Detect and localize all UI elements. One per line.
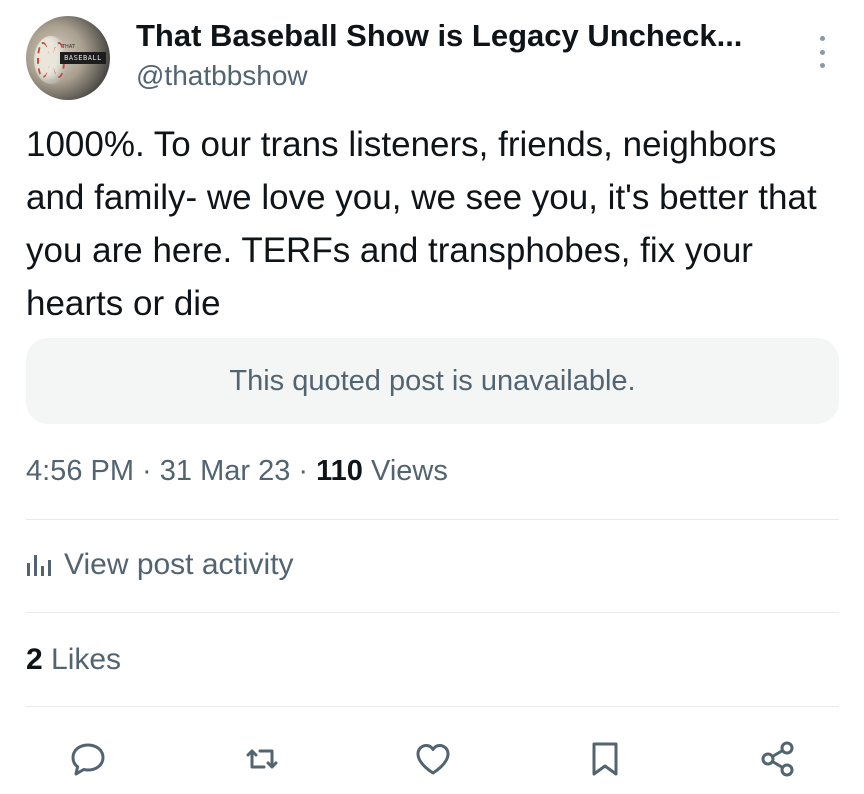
post-text: 1000%. To our trans listeners, friends, … xyxy=(26,125,817,323)
heart-icon xyxy=(416,744,450,775)
quoted-post-message: This quoted post is unavailable. xyxy=(229,364,636,397)
repost-icon xyxy=(246,749,278,769)
avatar-logo-text: BASEBALL xyxy=(60,52,106,64)
share-button[interactable] xyxy=(756,737,800,781)
view-post-activity-label: View post activity xyxy=(64,548,294,581)
likes-label: Likes xyxy=(42,643,122,676)
post-date[interactable]: 31 Mar 23 xyxy=(160,455,291,487)
author-handle[interactable]: @thatbbshow xyxy=(136,60,308,92)
reply-icon xyxy=(71,743,105,776)
likes-count: 2 xyxy=(26,643,43,676)
meta-separator: · xyxy=(134,455,160,487)
meta-separator: · xyxy=(290,455,317,487)
like-button[interactable] xyxy=(411,737,455,781)
repost-button[interactable] xyxy=(240,737,284,781)
quoted-post-unavailable: This quoted post is unavailable. xyxy=(26,338,839,424)
avatar-small-text: THAT xyxy=(62,44,75,50)
divider xyxy=(26,706,839,707)
divider xyxy=(26,519,839,520)
bookmark-icon xyxy=(592,742,618,776)
views-label: Views xyxy=(362,455,448,487)
action-bar xyxy=(0,737,864,781)
share-icon xyxy=(761,741,794,777)
bookmark-button[interactable] xyxy=(583,737,627,781)
reply-button[interactable] xyxy=(66,737,110,781)
post-time[interactable]: 4:56 PM xyxy=(26,455,134,487)
view-post-activity-button[interactable]: View post activity xyxy=(26,548,294,582)
post-metadata: 4:56 PM · 31 Mar 23 · 110 Views xyxy=(26,455,448,488)
likes-link[interactable]: 2 Likes xyxy=(26,643,121,677)
author-display-name[interactable]: That Baseball Show is Legacy Uncheck... xyxy=(136,18,742,54)
avatar[interactable]: THAT BASEBALL xyxy=(26,16,110,100)
views-count: 110 xyxy=(316,455,363,487)
bar-chart-icon xyxy=(27,555,51,576)
divider xyxy=(26,612,839,613)
more-vertical-icon[interactable] xyxy=(810,36,834,68)
